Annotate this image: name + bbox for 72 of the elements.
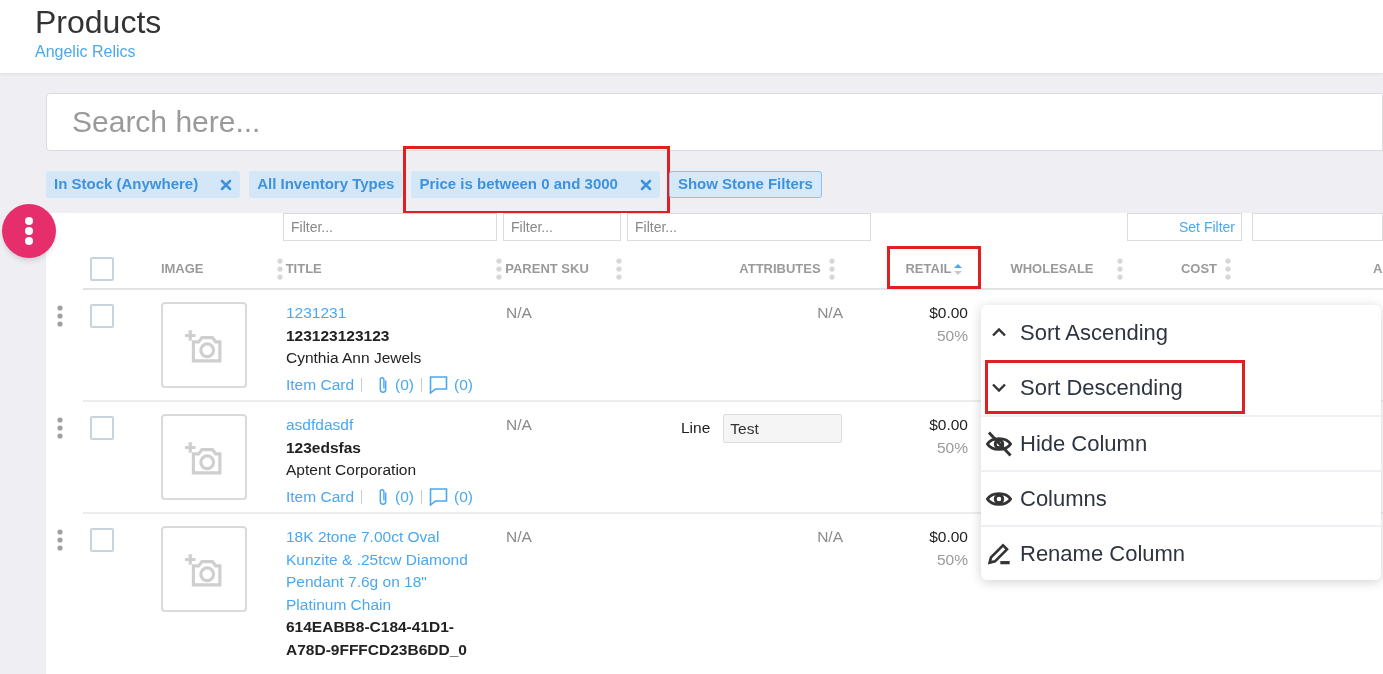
sku-text: 614EABB8-C184-41D1-A78D-9FFFCD23B6DD_0 bbox=[286, 617, 468, 660]
markup-percent: 50% bbox=[936, 437, 968, 458]
menu-item[interactable]: Hide Column bbox=[981, 421, 1152, 466]
item-card-link[interactable]: Item Card bbox=[286, 485, 355, 508]
pencil-icon bbox=[987, 541, 1011, 566]
attachments-link[interactable]: (0) bbox=[377, 485, 414, 508]
store-link[interactable]: Angelic Relics bbox=[35, 41, 136, 63]
retail-price: $0.00 bbox=[929, 527, 968, 547]
remove-button[interactable] bbox=[220, 178, 233, 191]
parent-sku-text: N/A bbox=[506, 528, 532, 545]
chevron-down-icon bbox=[991, 382, 1007, 393]
product-title-link[interactable]: 18K 2tone 7.00ct Oval Kunzite & .25tcw Diamond Pendant 7.6g on 18" Platinum Chain bbox=[286, 526, 476, 616]
filter-toggle-button[interactable]: Show Stone Filters bbox=[668, 171, 822, 198]
column-header[interactable]: PARENT SKU bbox=[505, 259, 589, 279]
sku-text: 123123123123 bbox=[286, 325, 390, 346]
comments-link[interactable]: (0) bbox=[429, 485, 473, 508]
menu-item[interactable]: Columns bbox=[981, 476, 1111, 521]
attribute-label: Line bbox=[681, 418, 711, 438]
more-vertical-icon bbox=[57, 305, 63, 327]
column-header[interactable]: IMAGE bbox=[160, 259, 204, 279]
filter-field[interactable]: Filter... bbox=[627, 213, 871, 241]
attribute-value: N/A bbox=[817, 303, 843, 323]
more-vertical-icon bbox=[57, 529, 63, 551]
parent-sku-text: N/A bbox=[506, 304, 532, 321]
close-icon bbox=[639, 178, 652, 191]
attribute-field[interactable]: Test bbox=[723, 414, 843, 443]
menu-item[interactable]: Sort Ascending bbox=[981, 310, 1172, 355]
filter-chip[interactable]: In Stock (Anywhere) bbox=[46, 171, 241, 198]
checkbox[interactable] bbox=[90, 416, 114, 440]
markup-percent: 50% bbox=[936, 325, 968, 346]
attribute-value: N/A bbox=[817, 527, 843, 547]
eye-icon bbox=[986, 490, 1012, 507]
filter-field[interactable]: Filter... bbox=[283, 213, 497, 241]
eye-slash-icon bbox=[986, 430, 1012, 457]
menu-item[interactable]: Sort Descending bbox=[981, 365, 1187, 410]
more-vertical-icon bbox=[24, 216, 34, 246]
menu-item[interactable]: Rename Column bbox=[981, 531, 1190, 576]
comment-icon bbox=[429, 487, 448, 506]
sku-text: 123edsfas bbox=[286, 437, 361, 458]
column-header[interactable]: WHOLESALE bbox=[1010, 259, 1094, 279]
item-card-link[interactable]: Item Card bbox=[286, 373, 355, 396]
attachments-link[interactable]: (0) bbox=[377, 373, 414, 396]
retail-price: $0.00 bbox=[929, 415, 968, 435]
search-field[interactable]: Search here... bbox=[46, 93, 1383, 151]
vendor-text: Aptent Corporation bbox=[286, 460, 417, 480]
product-title-link[interactable]: 1231231 bbox=[286, 302, 476, 325]
retail-price: $0.00 bbox=[929, 303, 968, 323]
comments-link[interactable]: (0) bbox=[429, 373, 473, 396]
close-icon bbox=[220, 178, 233, 191]
column-header[interactable]: ATTRIBUTES bbox=[739, 259, 821, 279]
parent-sku-text: N/A bbox=[506, 416, 532, 433]
page-title: Products bbox=[35, 3, 162, 41]
comment-icon bbox=[429, 375, 448, 394]
column-header[interactable]: A bbox=[1373, 259, 1383, 279]
chevron-up-icon bbox=[991, 327, 1007, 338]
filter-chip[interactable]: Price is between 0 and 3000 bbox=[411, 171, 660, 198]
checkbox[interactable] bbox=[90, 528, 114, 552]
column-header[interactable]: COST bbox=[1180, 259, 1217, 279]
more-vertical-icon bbox=[57, 417, 63, 439]
remove-button[interactable] bbox=[639, 178, 652, 191]
vendor-text: Cynthia Ann Jewels bbox=[286, 348, 422, 368]
more-actions-button[interactable] bbox=[2, 204, 56, 258]
product-title-link[interactable]: asdfdasdf bbox=[286, 414, 476, 437]
checkbox[interactable] bbox=[90, 257, 114, 281]
filter-field[interactable]: Filter... bbox=[503, 213, 621, 241]
checkbox[interactable] bbox=[90, 304, 114, 328]
filter-field[interactable] bbox=[1252, 213, 1383, 241]
column-header[interactable]: RETAIL bbox=[905, 259, 952, 279]
column-header[interactable]: TITLE bbox=[285, 259, 322, 279]
set-filter-button[interactable]: Set Filter bbox=[1127, 213, 1242, 241]
filter-chip[interactable]: All Inventory Types bbox=[249, 171, 403, 198]
markup-percent: 50% bbox=[936, 549, 968, 570]
